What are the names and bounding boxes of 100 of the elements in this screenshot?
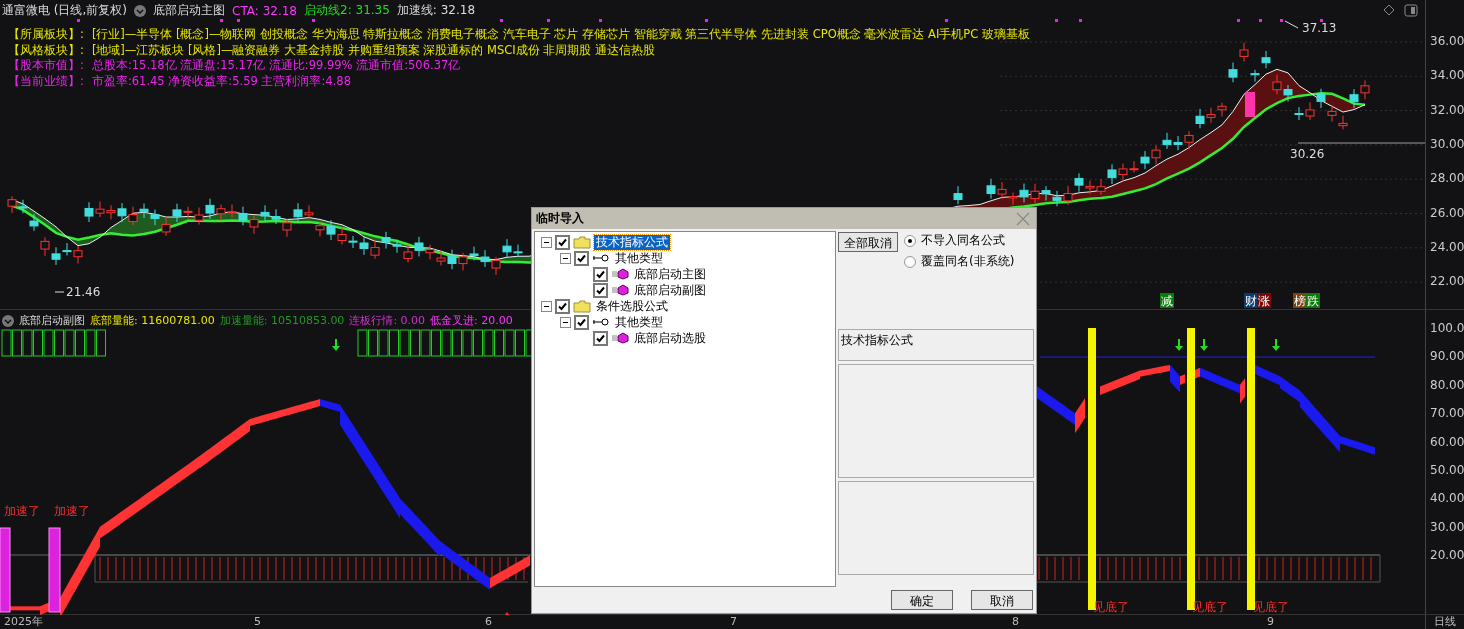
tree-item[interactable]: 条件选股公式	[594, 298, 670, 314]
info-label: 【当前业绩】:	[8, 73, 84, 89]
price-label: 21.46	[66, 285, 101, 299]
candlestick	[1349, 88, 1359, 109]
period-label[interactable]: 日线	[1425, 615, 1464, 629]
axis-tick-label: 100.0	[1430, 321, 1464, 335]
key-icon	[592, 317, 610, 327]
panel-icon[interactable]	[1404, 4, 1418, 17]
stock-title: 通富微电 (日线,前复权)	[2, 2, 127, 19]
event-badge-text: 涨	[1258, 294, 1270, 308]
dropdown-icon[interactable]	[2, 314, 14, 327]
radio-button[interactable]	[904, 255, 916, 268]
candlestick	[62, 242, 72, 256]
collapse-icon[interactable]	[541, 236, 552, 248]
axis-tick-label: 32.00	[1430, 102, 1464, 117]
indicator-reading: 连板行情: 0.00	[349, 313, 426, 328]
price-label: 37.13	[1302, 21, 1337, 35]
candlestick	[425, 244, 435, 260]
candlestick	[1305, 101, 1315, 121]
dialog-button[interactable]: 确定	[891, 590, 953, 610]
signal-bar	[64, 329, 75, 357]
info-text: 总股本:15.18亿 流通盘:15.17亿 流通比:99.99% 流通市值:506.37亿	[91, 58, 461, 74]
checkbox[interactable]	[555, 234, 570, 250]
candlestick	[315, 220, 325, 238]
tick-strip-drawing	[1034, 554, 1089, 583]
candlestick	[1261, 50, 1271, 69]
collapse-icon[interactable]	[560, 252, 571, 264]
axis-tick-label: 90.00	[1430, 349, 1464, 364]
indicator-name[interactable]: 底部启动主图	[153, 2, 225, 19]
axis-tick-label: 30.00	[1430, 136, 1464, 151]
dialog-button[interactable]: 取消	[971, 590, 1033, 610]
down-arrow-icon	[1200, 339, 1208, 351]
signal-bar	[389, 329, 399, 357]
tree-item[interactable]: 技术指标公式	[594, 234, 670, 250]
indicator-reading: 底部量能: 11600781.00	[90, 313, 215, 328]
candlestick	[128, 206, 138, 226]
leader-line	[1284, 20, 1299, 29]
candlestick	[271, 208, 281, 225]
checkbox[interactable]	[574, 250, 589, 266]
checkbox[interactable]	[593, 282, 608, 298]
candlestick	[997, 181, 1007, 200]
candlestick	[95, 201, 105, 218]
candlestick	[194, 207, 204, 226]
signal-bar	[441, 329, 452, 357]
signal-label: 加速了	[4, 504, 40, 518]
radio-button[interactable]	[904, 234, 916, 247]
signal-bar	[378, 329, 389, 357]
candlestick	[986, 178, 996, 200]
formula-icon	[611, 284, 629, 296]
radio-label: 覆盖同名(非系统)	[921, 253, 1015, 270]
collapse-icon[interactable]	[560, 316, 571, 328]
checkbox[interactable]	[574, 314, 589, 330]
candlestick	[1085, 180, 1095, 195]
tree-item[interactable]: 其他类型	[613, 250, 665, 266]
candlestick	[1096, 178, 1106, 196]
checkbox[interactable]	[593, 266, 608, 282]
signal-bar	[54, 329, 64, 357]
formula-icon	[611, 332, 629, 344]
diamond-icon[interactable]	[1383, 4, 1395, 16]
candlestick	[1283, 84, 1293, 103]
candlestick	[1316, 88, 1326, 109]
signal-bar	[75, 329, 85, 357]
info-text: [行业]—半导体 [概念]—物联网 创投概念 华为海思 特斯拉概念 消费电子概念 汽车电子 芯片 存储芯片 智能穿戴 第三代半导体 先进封装 CPO概念 毫米波雷达 AI手机PC 玻璃基板	[91, 27, 1030, 43]
signal-bar	[357, 329, 368, 357]
signal-label: 见底了	[1093, 600, 1129, 614]
axis-tick-label: 26.00	[1430, 205, 1464, 220]
tree-item[interactable]: 底部启动选股	[632, 330, 708, 346]
tree-item[interactable]: 其他类型	[613, 314, 665, 330]
leader-line	[54, 291, 65, 293]
collapse-icon[interactable]	[541, 300, 552, 312]
candlestick	[227, 204, 237, 219]
candlestick	[249, 215, 259, 235]
signal-label: 见底了	[1253, 600, 1289, 614]
candlestick	[469, 246, 479, 261]
checkbox[interactable]	[593, 330, 608, 346]
indicator-reading: 加速线: 32.18	[396, 2, 476, 19]
checkbox[interactable]	[555, 298, 570, 314]
indicator-reading: 低金叉进: 20.00	[430, 313, 513, 328]
axis-tick-label: 24.00	[1430, 239, 1464, 254]
candlestick	[348, 235, 358, 249]
tree-item[interactable]: 底部启动副图	[632, 282, 708, 298]
candlestick	[1063, 185, 1073, 206]
cancel-all-button[interactable]: 全部取消	[838, 232, 898, 252]
candlestick	[458, 252, 468, 271]
dropdown-icon[interactable]	[134, 4, 146, 17]
candlestick	[172, 203, 182, 223]
candlestick	[513, 244, 523, 258]
folder-icon	[573, 235, 591, 249]
candlestick	[1195, 108, 1205, 129]
signal-bar	[22, 329, 33, 357]
candlestick	[150, 209, 160, 226]
signal-bar	[1245, 92, 1255, 117]
price-label: 30.26	[1290, 147, 1325, 161]
candlestick	[326, 219, 336, 241]
indicator-name[interactable]: 底部启动副图	[19, 313, 85, 328]
candlestick	[359, 236, 369, 256]
tree-item[interactable]: 底部启动主图	[632, 266, 708, 282]
signal-bar	[504, 329, 515, 357]
signal-bar	[1, 329, 12, 357]
down-arrow-icon	[1272, 339, 1280, 351]
